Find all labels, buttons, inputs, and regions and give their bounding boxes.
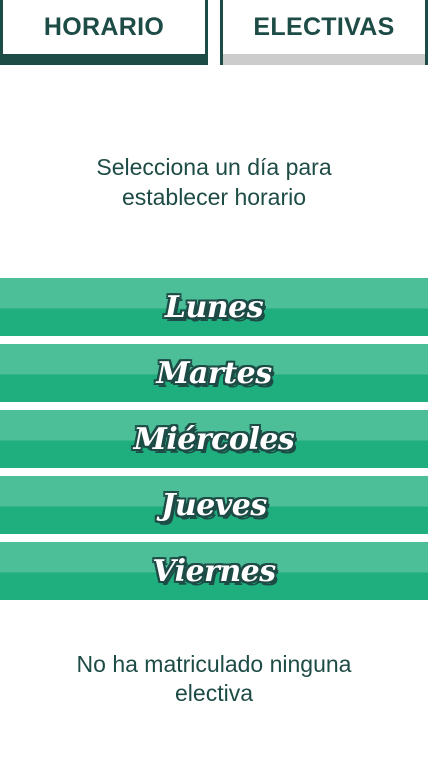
day-label: Martes: [156, 355, 272, 391]
day-button-miercoles[interactable]: Miércoles: [0, 410, 428, 468]
no-electives-line1: No ha matriculado ninguna: [76, 651, 352, 677]
schedule-instruction: Selecciona un día para establecer horari…: [0, 152, 428, 212]
tab-electivas[interactable]: ELECTIVAS: [220, 0, 428, 65]
tab-horario-active-indicator: [0, 54, 208, 65]
day-list: Lunes Martes Miércoles Jueves Viernes: [0, 278, 428, 608]
tab-horario-label: HORARIO: [43, 12, 165, 41]
tab-bar: HORARIO ELECTIVAS: [0, 0, 428, 70]
no-electives-message: No ha matriculado ninguna electiva: [0, 650, 428, 708]
day-label: Lunes: [164, 289, 264, 325]
day-button-martes[interactable]: Martes: [0, 344, 428, 402]
tab-electivas-indicator: [220, 54, 428, 65]
day-label: Jueves: [161, 487, 267, 523]
day-button-jueves[interactable]: Jueves: [0, 476, 428, 534]
no-electives-line2: electiva: [175, 680, 253, 706]
tab-electivas-label: ELECTIVAS: [253, 12, 395, 41]
day-button-viernes[interactable]: Viernes: [0, 542, 428, 600]
day-label: Viernes: [152, 553, 276, 589]
schedule-instruction-line1: Selecciona un día para: [96, 154, 332, 180]
schedule-instruction-line2: establecer horario: [121, 184, 307, 210]
day-label: Miércoles: [133, 421, 295, 457]
day-button-lunes[interactable]: Lunes: [0, 278, 428, 336]
tab-horario[interactable]: HORARIO: [0, 0, 208, 65]
